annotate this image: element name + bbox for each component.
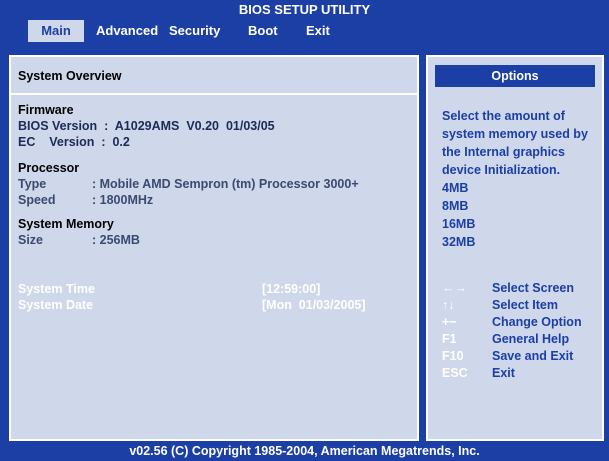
ec-version: EC Version : 0.2	[18, 135, 130, 149]
firmware-title: Firmware	[18, 103, 74, 117]
option-8mb[interactable]: 8MB	[442, 199, 468, 213]
help-text: Select the amount of system memory used …	[442, 109, 588, 177]
option-32mb[interactable]: 32MB	[442, 235, 475, 249]
system-overview-heading: System Overview	[18, 69, 122, 83]
key-desc-select-item: Select Item	[492, 298, 559, 312]
system-time-label[interactable]: System Time	[18, 282, 95, 296]
plus-minus-icon: +−	[442, 315, 457, 329]
tab-exit[interactable]: Exit	[306, 20, 330, 42]
memory-size-value: : 256MB	[92, 233, 140, 247]
key-desc-general-help: General Help	[492, 332, 570, 346]
options-header: Options	[435, 65, 595, 87]
key-f10: F10	[442, 349, 464, 363]
processor-type-value: : Mobile AMD Sempron (tm) Processor 3000…	[92, 177, 359, 191]
left-right-arrows-icon: ←→	[442, 281, 467, 295]
tab-security[interactable]: Security	[169, 20, 220, 42]
option-16mb[interactable]: 16MB	[442, 217, 475, 231]
memory-title: System Memory	[18, 217, 114, 231]
key-desc-exit: Exit	[492, 366, 515, 380]
processor-type-label: Type	[18, 177, 47, 191]
tab-advanced[interactable]: Advanced	[96, 20, 158, 42]
up-down-arrows-icon: ↑↓	[442, 298, 455, 312]
processor-title: Processor	[18, 161, 80, 175]
system-overview-panel: System Overview Firmware BIOS Version : …	[9, 55, 419, 441]
system-time-value[interactable]: [12:59:00]	[262, 282, 320, 296]
divider	[11, 93, 417, 95]
options-panel: Options Select the amount of system memo…	[426, 55, 604, 441]
system-date-label[interactable]: System Date	[18, 298, 93, 312]
processor-speed-label: Speed	[18, 193, 56, 207]
bios-version: BIOS Version : A1029AMS V0.20 01/03/05	[18, 119, 275, 133]
processor-speed-value: : 1800MHz	[92, 193, 154, 207]
memory-size-label: Size	[18, 233, 44, 247]
tab-main[interactable]: Main	[28, 20, 84, 42]
window-title: BIOS SETUP UTILITY	[0, 0, 609, 20]
key-desc-save-exit: Save and Exit	[492, 349, 574, 363]
menu-bar: Main Advanced Security Boot Exit	[0, 20, 609, 42]
key-desc-change-option: Change Option	[492, 315, 582, 329]
tab-boot[interactable]: Boot	[248, 20, 278, 42]
key-esc: ESC	[442, 366, 468, 380]
system-date-value[interactable]: [Mon 01/03/2005]	[262, 298, 366, 312]
copyright-footer: v02.56 (C) Copyright 1985-2004, American…	[129, 444, 480, 458]
key-f1: F1	[442, 332, 457, 346]
option-4mb[interactable]: 4MB	[442, 181, 468, 195]
key-desc-select-screen: Select Screen	[492, 281, 574, 295]
